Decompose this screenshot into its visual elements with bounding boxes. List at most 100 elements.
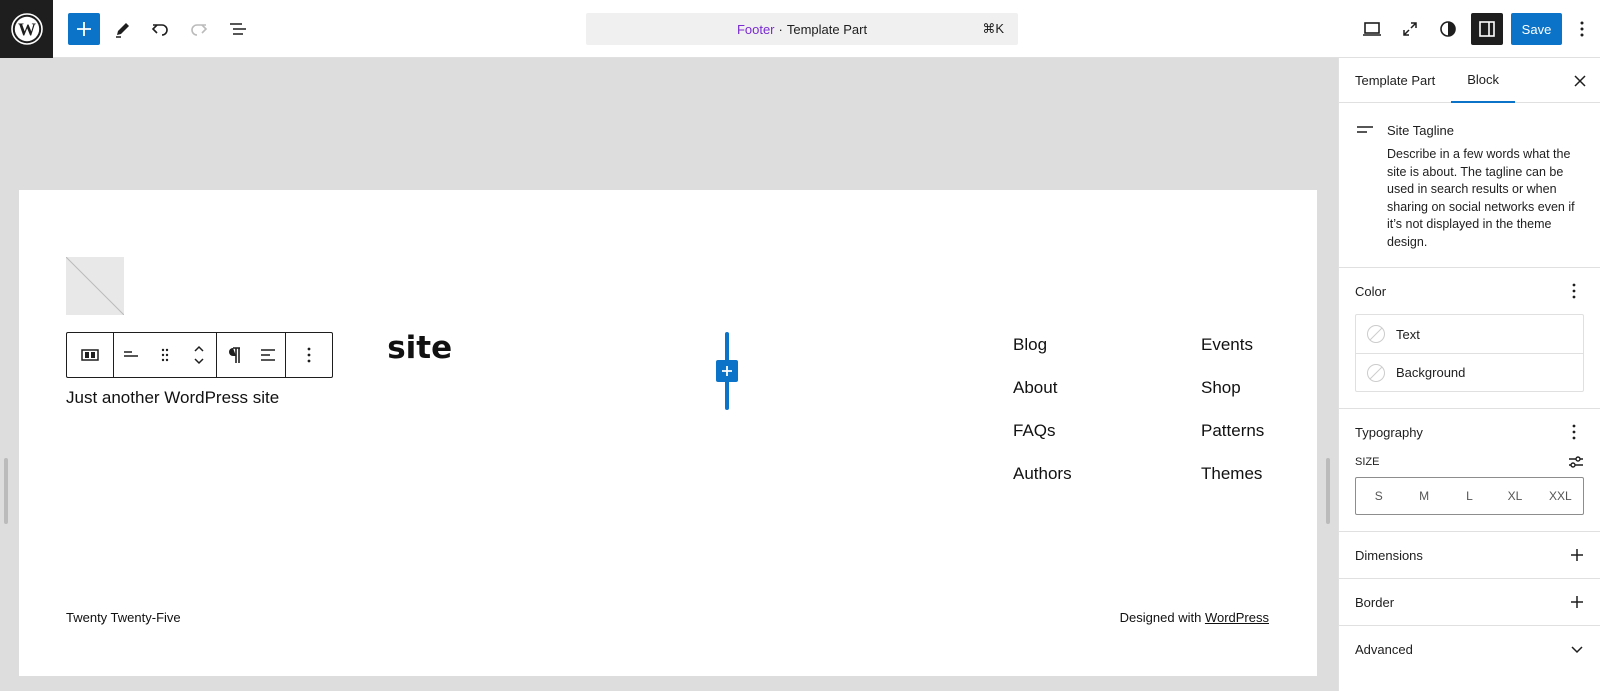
dimensions-panel-title: Dimensions <box>1355 547 1423 563</box>
border-panel-header[interactable]: Border <box>1355 579 1584 625</box>
advanced-panel-header[interactable]: Advanced <box>1355 626 1584 672</box>
footer-credit-link[interactable]: WordPress <box>1205 610 1269 625</box>
template-part-name: Footer <box>736 21 775 37</box>
typography-panel-title: Typography <box>1355 424 1423 440</box>
custom-size-settings-icon[interactable] <box>1568 455 1584 469</box>
tab-template-part[interactable]: Template Part <box>1339 58 1451 103</box>
dimensions-panel: Dimensions <box>1339 532 1600 579</box>
list-view-icon <box>230 23 246 35</box>
advanced-panel-title: Advanced <box>1355 641 1413 657</box>
svg-text:W: W <box>18 20 36 40</box>
nav-link-patterns[interactable]: Patterns <box>1201 421 1264 464</box>
color-item-label: Background <box>1396 365 1466 380</box>
footer-credit-text: Designed with <box>1119 610 1205 625</box>
font-size-option-xxl[interactable]: XXL <box>1538 478 1583 514</box>
block-options-button[interactable] <box>286 333 332 377</box>
undo-button[interactable] <box>144 13 176 45</box>
block-card-title: Site Tagline <box>1387 123 1454 138</box>
footer-site-name[interactable]: Twenty Twenty-Five <box>66 610 181 625</box>
color-panel-header: Color <box>1355 268 1584 314</box>
font-size-option-xl[interactable]: XL <box>1492 478 1537 514</box>
color-panel-title: Color <box>1355 283 1387 299</box>
contrast-icon <box>1440 21 1456 37</box>
font-size-label: SIZE <box>1355 456 1380 468</box>
block-toolbar-group-format <box>217 333 286 377</box>
empty-swatch-icon <box>1367 325 1385 343</box>
wordpress-logo-button[interactable]: W <box>0 0 53 58</box>
plus-icon[interactable] <box>1570 548 1584 562</box>
device-preview-button[interactable] <box>1356 13 1388 45</box>
typography-panel-header: Typography <box>1355 409 1584 455</box>
move-up-down-button[interactable] <box>182 333 216 377</box>
tab-block[interactable]: Block <box>1451 58 1515 103</box>
document-overview-button[interactable] <box>222 13 254 45</box>
block-toolbar-group-options <box>286 333 332 377</box>
footer-template-part-frame: Wsite Just another WordPress site <box>19 190 1317 676</box>
align-text-button[interactable] <box>251 333 285 377</box>
settings-sidebar: Template Part Block Site Tagline Describ… <box>1338 58 1600 691</box>
styles-button[interactable] <box>1432 13 1464 45</box>
color-options-button[interactable] <box>1564 279 1584 303</box>
color-item-text[interactable]: Text <box>1356 315 1583 353</box>
close-icon <box>1574 75 1586 87</box>
undo-icon <box>151 24 168 36</box>
nav-link-authors[interactable]: Authors <box>1013 464 1072 507</box>
justify-button[interactable] <box>114 333 148 377</box>
color-settings-list: Text Background <box>1355 314 1584 392</box>
more-vertical-icon <box>1572 283 1576 299</box>
font-size-option-m[interactable]: M <box>1401 478 1446 514</box>
block-inserter-button[interactable] <box>716 360 738 382</box>
redo-button[interactable] <box>183 13 215 45</box>
redo-icon <box>191 24 208 36</box>
resize-handle-left[interactable] <box>4 458 8 524</box>
font-size-row: SIZE <box>1355 455 1584 469</box>
color-item-background[interactable]: Background <box>1356 353 1583 391</box>
more-vertical-icon <box>307 347 311 363</box>
add-block-button[interactable] <box>68 13 100 45</box>
justify-icon <box>124 351 138 357</box>
save-button[interactable]: Save <box>1511 13 1562 45</box>
command-shortcut: ⌘K <box>982 21 1004 36</box>
font-size-option-s[interactable]: S <box>1356 478 1401 514</box>
border-panel-title: Border <box>1355 594 1395 610</box>
select-parent-block-button[interactable] <box>67 333 113 377</box>
footer-credit[interactable]: Designed with WordPress <box>1120 610 1269 625</box>
plus-icon <box>77 22 91 36</box>
nav-link-events[interactable]: Events <box>1201 335 1264 378</box>
paragraph-button[interactable] <box>217 333 251 377</box>
color-item-label: Text <box>1396 326 1420 342</box>
nav-link-shop[interactable]: Shop <box>1201 378 1264 421</box>
align-left-icon <box>261 349 275 361</box>
options-menu-button[interactable] <box>1568 13 1596 45</box>
pencil-icon <box>116 23 129 38</box>
placeholder-diagonal-icon <box>66 257 124 315</box>
site-tagline[interactable]: Just another WordPress site <box>66 388 279 408</box>
fullscreen-button[interactable] <box>1394 13 1426 45</box>
color-panel: Color Text Background <box>1339 268 1600 409</box>
dimensions-panel-header[interactable]: Dimensions <box>1355 532 1584 578</box>
typography-options-button[interactable] <box>1564 420 1584 444</box>
font-size-toggle-group: S M L XL XXL <box>1355 477 1584 515</box>
site-logo-placeholder[interactable] <box>66 257 124 315</box>
settings-sidebar-toggle[interactable] <box>1471 13 1503 45</box>
resize-handle-right[interactable] <box>1326 458 1330 524</box>
nav-link-faqs[interactable]: FAQs <box>1013 421 1072 464</box>
close-sidebar-button[interactable] <box>1566 67 1594 95</box>
nav-link-themes[interactable]: Themes <box>1201 464 1264 507</box>
nav-link-blog[interactable]: Blog <box>1013 335 1072 378</box>
wordpress-icon: W <box>10 13 43 45</box>
expand-icon <box>1403 22 1417 36</box>
command-palette-bar[interactable]: Footer · Template Part ⌘K <box>586 13 1018 45</box>
site-tagline-icon <box>1357 126 1373 133</box>
tools-button[interactable] <box>106 13 138 45</box>
nav-link-about[interactable]: About <box>1013 378 1072 421</box>
drag-handle-icon <box>161 348 169 362</box>
drag-handle[interactable] <box>148 333 182 377</box>
template-part-type: Template Part <box>786 21 868 37</box>
footer-navigation-column-2: Events Shop Patterns Themes <box>1201 335 1264 507</box>
font-size-option-l[interactable]: L <box>1447 478 1492 514</box>
footer-navigation-column-1: Blog About FAQs Authors <box>1013 335 1072 507</box>
plus-icon <box>722 366 732 376</box>
plus-icon[interactable] <box>1570 595 1584 609</box>
typography-panel: Typography SIZE S M L XL XXL <box>1339 409 1600 532</box>
